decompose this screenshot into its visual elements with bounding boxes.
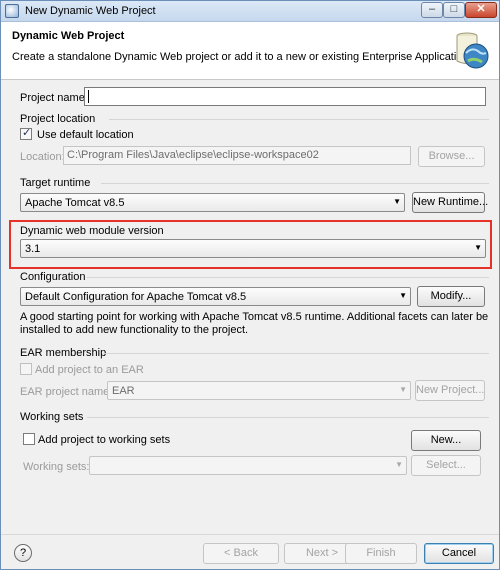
new-project-button[interactable]: New Project... bbox=[415, 380, 485, 401]
text-caret bbox=[88, 90, 89, 103]
project-location-group-label: Project location bbox=[20, 113, 96, 125]
dropdown-arrow-icon: ▼ bbox=[399, 385, 407, 394]
dropdown-arrow-icon: ▼ bbox=[474, 243, 482, 252]
modify-button[interactable]: Modify... bbox=[417, 286, 485, 307]
location-label: Location: bbox=[20, 151, 65, 163]
back-button[interactable]: < Back bbox=[203, 543, 279, 564]
eclipse-app-icon bbox=[5, 4, 19, 18]
working-sets-group-label: Working sets bbox=[20, 411, 84, 423]
cancel-button[interactable]: Cancel bbox=[424, 543, 494, 564]
web-project-globe-icon bbox=[456, 32, 489, 69]
title-bar[interactable]: New Dynamic Web Project – □ ✕ bbox=[1, 1, 499, 22]
browse-button[interactable]: Browse... bbox=[418, 146, 485, 167]
target-runtime-value: Apache Tomcat v8.5 bbox=[25, 197, 125, 209]
ear-project-name-value: EAR bbox=[112, 385, 135, 397]
dropdown-arrow-icon: ▼ bbox=[395, 460, 403, 469]
location-input[interactable]: C:\Program Files\Java\eclipse\eclipse-wo… bbox=[63, 146, 411, 165]
working-sets-label: Working sets: bbox=[23, 461, 90, 473]
ear-project-name-label: EAR project name: bbox=[20, 386, 113, 398]
target-runtime-group-label: Target runtime bbox=[20, 177, 91, 189]
group-separator bbox=[87, 277, 489, 278]
target-runtime-select[interactable]: Apache Tomcat v8.5 ▼ bbox=[20, 193, 405, 212]
dialog-window: New Dynamic Web Project – □ ✕ Dynamic We… bbox=[0, 0, 500, 570]
configuration-value: Default Configuration for Apache Tomcat … bbox=[25, 291, 247, 303]
add-to-working-sets-checkbox[interactable] bbox=[23, 433, 35, 445]
help-icon[interactable]: ? bbox=[14, 544, 32, 562]
wizard-banner: Dynamic Web Project Create a standalone … bbox=[1, 22, 499, 80]
project-name-input[interactable] bbox=[84, 87, 486, 106]
configuration-description-line2: installed to add new functionality to th… bbox=[20, 324, 249, 336]
window-title: New Dynamic Web Project bbox=[25, 5, 156, 17]
maximize-button[interactable]: □ bbox=[443, 2, 465, 18]
group-separator bbox=[109, 119, 489, 120]
add-to-working-sets-label: Add project to working sets bbox=[38, 434, 171, 446]
module-version-select[interactable]: 3.1 ▼ bbox=[20, 239, 486, 258]
use-default-location-label: Use default location bbox=[37, 129, 134, 141]
group-separator bbox=[87, 417, 489, 418]
group-separator bbox=[101, 183, 489, 184]
project-name-label: Project name: bbox=[20, 92, 88, 104]
dropdown-arrow-icon: ▼ bbox=[399, 291, 407, 300]
select-working-sets-button[interactable]: Select... bbox=[411, 455, 481, 476]
check-mark-icon: ✓ bbox=[22, 127, 32, 139]
working-sets-select[interactable]: ▼ bbox=[89, 456, 407, 475]
ear-project-name-select[interactable]: EAR ▼ bbox=[107, 381, 411, 400]
dropdown-arrow-icon: ▼ bbox=[393, 197, 401, 206]
group-separator bbox=[103, 353, 489, 354]
footer-separator bbox=[1, 534, 499, 535]
banner-description: Create a standalone Dynamic Web project … bbox=[12, 51, 472, 63]
minimize-button[interactable]: – bbox=[421, 2, 443, 18]
new-runtime-button[interactable]: New Runtime... bbox=[412, 192, 488, 213]
banner-title: Dynamic Web Project bbox=[12, 30, 125, 42]
add-to-ear-checkbox[interactable] bbox=[20, 363, 32, 375]
module-version-value: 3.1 bbox=[25, 243, 41, 255]
finish-button[interactable]: Finish bbox=[345, 543, 417, 564]
configuration-group-label: Configuration bbox=[20, 271, 86, 283]
configuration-select[interactable]: Default Configuration for Apache Tomcat … bbox=[20, 287, 411, 306]
configuration-description-line1: A good starting point for working with A… bbox=[20, 311, 489, 323]
close-button[interactable]: ✕ bbox=[465, 2, 497, 18]
add-to-ear-label: Add project to an EAR bbox=[35, 364, 144, 376]
ear-group-label: EAR membership bbox=[20, 347, 107, 359]
module-version-group-label: Dynamic web module version bbox=[20, 225, 164, 237]
use-default-location-checkbox[interactable]: ✓ bbox=[20, 127, 32, 140]
new-working-set-button[interactable]: New... bbox=[411, 430, 481, 451]
